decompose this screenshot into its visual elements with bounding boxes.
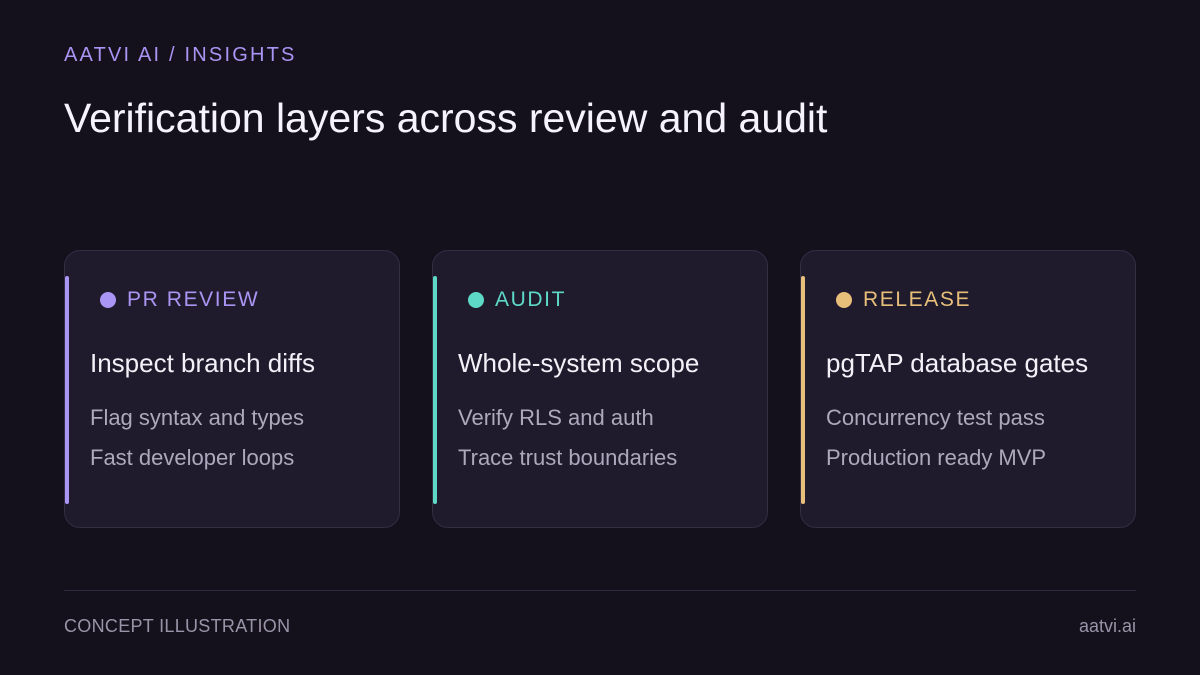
card-line: Production ready MVP [826, 445, 1047, 470]
footer-divider [64, 590, 1136, 591]
card-release: RELEASE pgTAP database gates Concurrency… [800, 250, 1136, 528]
card-accent-bar [433, 276, 437, 504]
status-dot-icon [468, 292, 484, 308]
card-tag-label: AUDIT [495, 288, 566, 311]
status-dot-icon [836, 292, 852, 308]
card-line: Trace trust boundaries [458, 445, 678, 470]
eyebrow-breadcrumb: AATVI AI / INSIGHTS [64, 44, 297, 66]
card-line: Concurrency test pass [826, 405, 1045, 430]
card-pr-review: PR REVIEW Inspect branch diffs Flag synt… [64, 250, 400, 528]
card-tag-label: RELEASE [863, 288, 972, 311]
card-accent-bar [801, 276, 805, 504]
page-title: Verification layers across review and au… [64, 95, 828, 141]
card-heading: Whole-system scope [458, 348, 700, 378]
card-accent-bar [65, 276, 69, 504]
cards-row: PR REVIEW Inspect branch diffs Flag synt… [64, 250, 1136, 528]
card-audit: AUDIT Whole-system scope Verify RLS and … [432, 250, 768, 528]
footer-caption: CONCEPT ILLUSTRATION [64, 616, 291, 636]
card-heading: pgTAP database gates [826, 348, 1089, 378]
card-line: Verify RLS and auth [458, 405, 654, 430]
card-tag-label: PR REVIEW [127, 288, 260, 311]
card-heading: Inspect branch diffs [90, 348, 315, 378]
card-line: Fast developer loops [90, 445, 295, 470]
status-dot-icon [100, 292, 116, 308]
card-line: Flag syntax and types [90, 405, 305, 430]
footer-site-link[interactable]: aatvi.ai [1079, 615, 1136, 637]
